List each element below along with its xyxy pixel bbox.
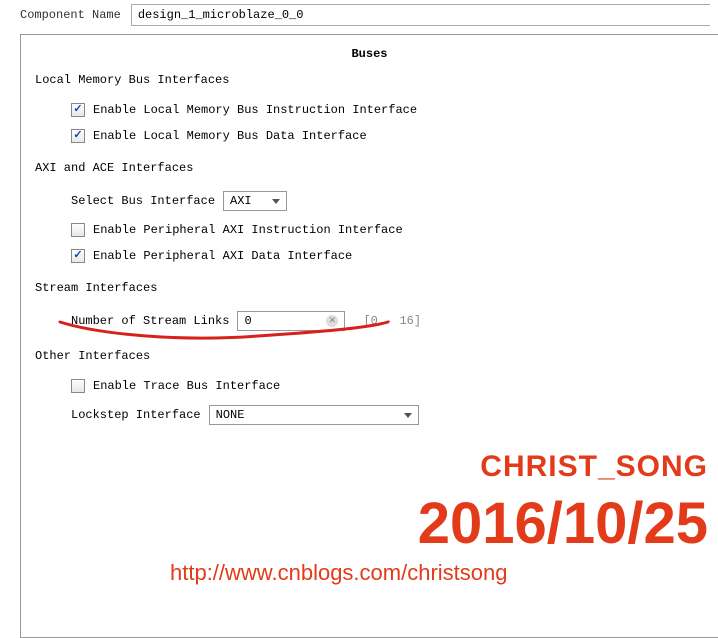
section-stream: Stream Interfaces: [21, 275, 718, 299]
enable-lmb-instr-row: Enable Local Memory Bus Instruction Inte…: [71, 97, 718, 123]
select-bus-value: AXI: [230, 194, 252, 208]
enable-trace-label: Enable Trace Bus Interface: [93, 379, 280, 393]
num-stream-links-range: [0 - 16]: [353, 314, 421, 328]
component-name-row: Component Name: [0, 0, 718, 34]
select-bus-label: Select Bus Interface: [71, 194, 215, 208]
panel-title: Buses: [21, 35, 718, 67]
enable-lmb-data-label: Enable Local Memory Bus Data Interface: [93, 129, 367, 143]
select-bus-dropdown[interactable]: AXI: [223, 191, 287, 211]
periph-axi-data-checkbox[interactable]: [71, 249, 85, 263]
periph-axi-instr-checkbox[interactable]: [71, 223, 85, 237]
lockstep-row: Lockstep Interface NONE: [71, 399, 718, 431]
periph-axi-instr-label: Enable Peripheral AXI Instruction Interf…: [93, 223, 403, 237]
component-name-input[interactable]: [131, 4, 710, 26]
section-axi: AXI and ACE Interfaces: [21, 155, 718, 179]
periph-axi-data-row: Enable Peripheral AXI Data Interface: [71, 243, 718, 269]
periph-axi-instr-row: Enable Peripheral AXI Instruction Interf…: [71, 217, 718, 243]
chevron-down-icon: [272, 199, 280, 204]
num-stream-links-row: Number of Stream Links 0 ✕ [0 - 16]: [71, 305, 718, 337]
lockstep-value: NONE: [216, 408, 245, 422]
lockstep-dropdown[interactable]: NONE: [209, 405, 419, 425]
component-name-label: Component Name: [20, 8, 131, 22]
section-other: Other Interfaces: [21, 343, 718, 367]
chevron-down-icon: [404, 413, 412, 418]
enable-lmb-data-row: Enable Local Memory Bus Data Interface: [71, 123, 718, 149]
periph-axi-data-label: Enable Peripheral AXI Data Interface: [93, 249, 352, 263]
clear-icon[interactable]: ✕: [326, 315, 338, 327]
enable-lmb-data-checkbox[interactable]: [71, 129, 85, 143]
enable-trace-checkbox[interactable]: [71, 379, 85, 393]
num-stream-links-input[interactable]: 0 ✕: [237, 311, 345, 331]
enable-lmb-instr-checkbox[interactable]: [71, 103, 85, 117]
section-local-memory: Local Memory Bus Interfaces: [21, 67, 718, 91]
select-bus-row: Select Bus Interface AXI: [71, 185, 718, 217]
buses-panel: Buses Local Memory Bus Interfaces Enable…: [20, 34, 718, 638]
enable-lmb-instr-label: Enable Local Memory Bus Instruction Inte…: [93, 103, 417, 117]
lockstep-label: Lockstep Interface: [71, 408, 201, 422]
enable-trace-row: Enable Trace Bus Interface: [71, 373, 718, 399]
num-stream-links-value: 0: [244, 314, 251, 328]
num-stream-links-label: Number of Stream Links: [71, 314, 229, 328]
